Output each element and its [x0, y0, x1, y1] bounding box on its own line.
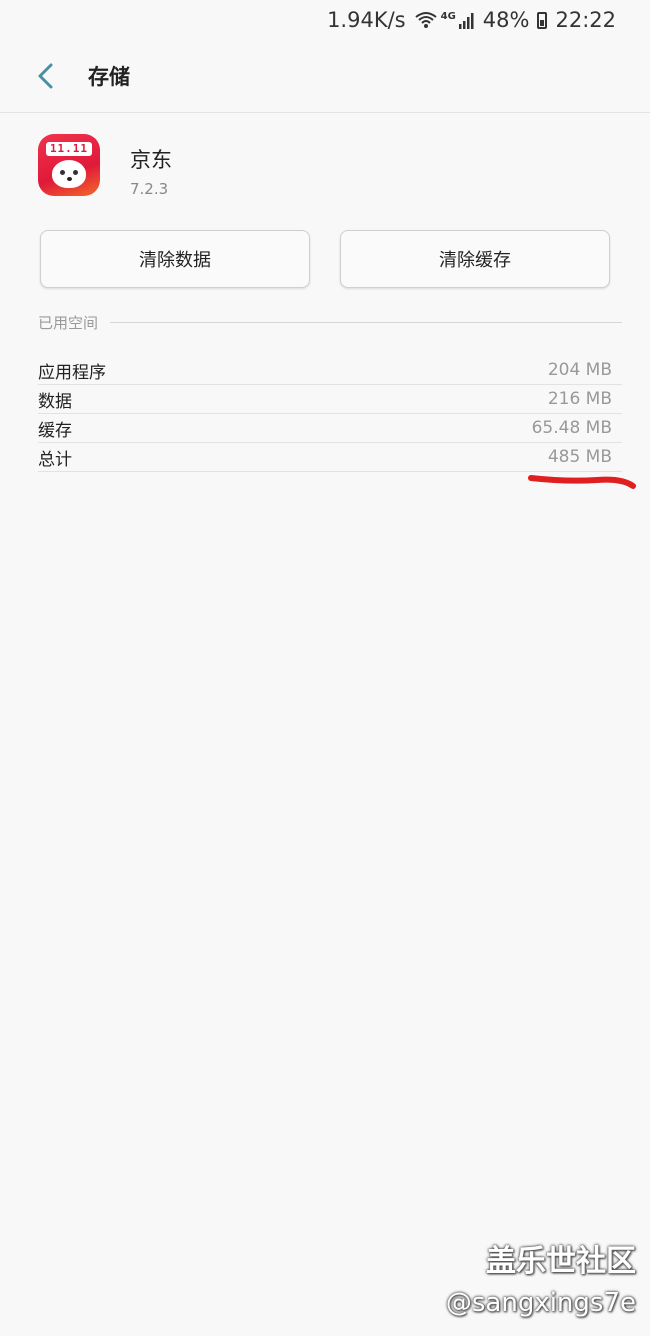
storage-row-data: 数据 216 MB: [38, 385, 622, 414]
page-title: 存储: [88, 65, 130, 89]
action-buttons: 清除数据 清除缓存: [40, 230, 610, 288]
battery-icon: [537, 11, 548, 29]
storage-value: 204 MB: [547, 360, 612, 380]
section-title: 已用空间: [38, 314, 99, 332]
network-speed: 1.94K/s: [327, 8, 406, 32]
red-underline-annotation: [528, 475, 636, 489]
status-icons: 4G: [414, 11, 475, 29]
app-icon: 11.11: [38, 134, 100, 196]
back-button[interactable]: [20, 51, 70, 101]
wifi-icon: [414, 12, 437, 28]
storage-value: 216 MB: [547, 389, 612, 409]
storage-row-app: 应用程序 204 MB: [38, 356, 622, 385]
network-type: 4G: [440, 11, 456, 22]
mascot-face: [52, 160, 86, 188]
app-info: 11.11 京东 7.2.3: [38, 134, 172, 198]
section-header: 已用空间: [38, 312, 622, 333]
clear-cache-button[interactable]: 清除缓存: [340, 230, 610, 288]
storage-value: 65.48 MB: [531, 418, 612, 438]
app-name: 京东: [130, 148, 172, 172]
battery-percent: 48%: [482, 8, 530, 32]
section-divider: [110, 322, 622, 323]
storage-label: 总计: [38, 449, 72, 470]
watermark-handle: @sangxings7e: [445, 1288, 636, 1318]
storage-value: 485 MB: [547, 447, 612, 467]
storage-label: 应用程序: [38, 362, 106, 383]
storage-row-cache: 缓存 65.48 MB: [38, 414, 622, 443]
clock: 22:22: [555, 8, 616, 32]
mascot-eye-right: [73, 170, 78, 175]
app-icon-banner: 11.11: [46, 142, 92, 156]
chevron-left-icon: [38, 63, 53, 89]
storage-label: 缓存: [38, 420, 72, 441]
app-text: 京东 7.2.3: [130, 144, 172, 198]
storage-list: 应用程序 204 MB 数据 216 MB 缓存 65.48 MB 总计 485…: [38, 356, 622, 472]
mascot-eye-left: [60, 170, 65, 175]
watermark: 盖乐世社区 @sangxings7e: [446, 1236, 636, 1318]
storage-label: 数据: [38, 391, 72, 412]
watermark-community: 盖乐世社区: [486, 1244, 636, 1279]
signal-icon: [458, 13, 474, 29]
storage-row-total: 总计 485 MB: [38, 443, 622, 472]
app-version: 7.2.3: [130, 180, 169, 198]
mascot-nose: [67, 177, 72, 181]
status-bar: 1.94K/s 4G 48% 22:22: [0, 0, 650, 40]
app-bar: 存储: [0, 40, 650, 113]
clear-data-button[interactable]: 清除数据: [40, 230, 310, 288]
